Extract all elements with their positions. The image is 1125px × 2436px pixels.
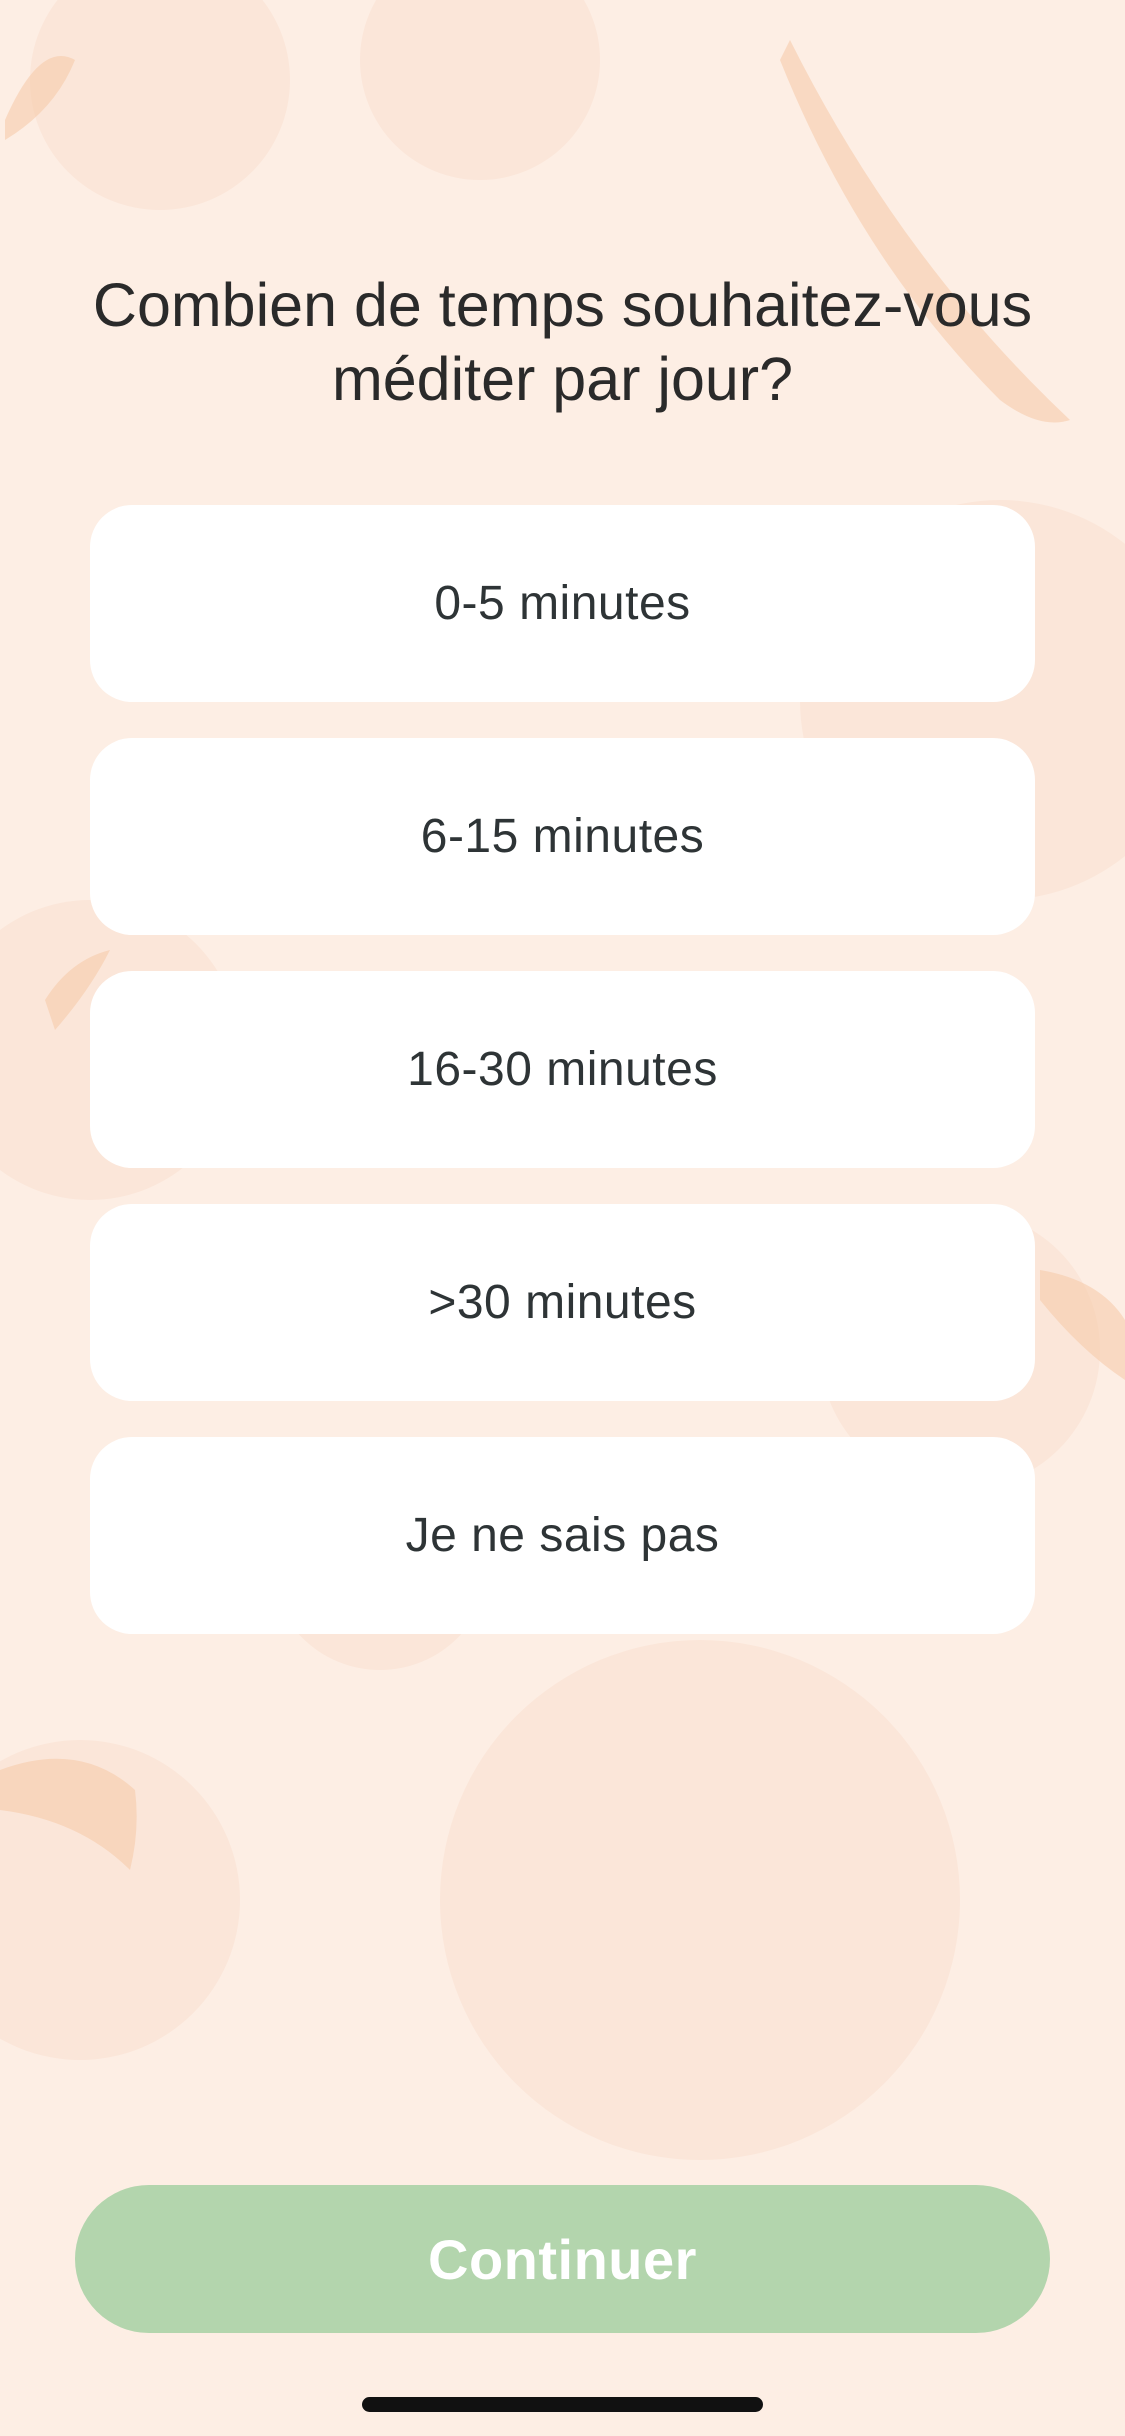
continue-button[interactable]: Continuer <box>75 2185 1050 2333</box>
option-dont-know[interactable]: Je ne sais pas <box>90 1437 1035 1634</box>
option-16-30-minutes[interactable]: 16-30 minutes <box>90 971 1035 1168</box>
duration-options-list: 0-5 minutes 6-15 minutes 16-30 minutes >… <box>90 505 1035 1670</box>
option-6-15-minutes[interactable]: 6-15 minutes <box>90 738 1035 935</box>
option-label: >30 minutes <box>428 1276 697 1329</box>
meditation-duration-screen: Combien de temps souhaitez-vous méditer … <box>0 0 1125 2436</box>
question-title: Combien de temps souhaitez-vous méditer … <box>92 271 1033 413</box>
option-label: 6-15 minutes <box>420 810 705 863</box>
option-0-5-minutes[interactable]: 0-5 minutes <box>90 505 1035 702</box>
option-label: 0-5 minutes <box>434 577 691 630</box>
option-over-30-minutes[interactable]: >30 minutes <box>90 1204 1035 1401</box>
home-indicator <box>362 2397 763 2412</box>
continue-label: Continuer <box>428 2227 697 2291</box>
option-label: Je ne sais pas <box>405 1509 720 1562</box>
option-label: 16-30 minutes <box>407 1043 718 1096</box>
